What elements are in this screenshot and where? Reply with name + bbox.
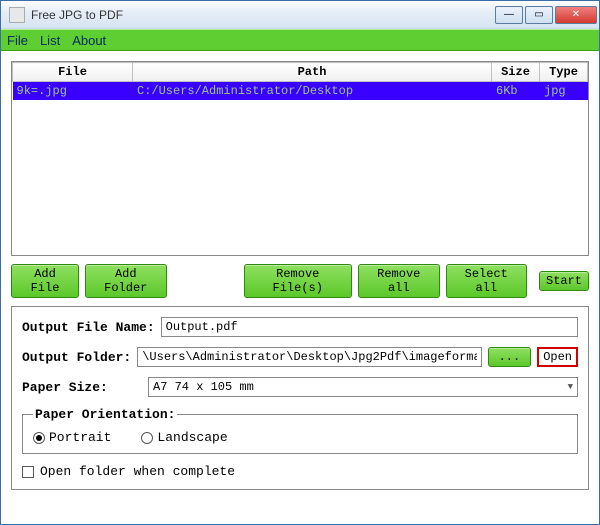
- orientation-fieldset: Paper Orientation: Portrait Landscape: [22, 407, 578, 454]
- paper-size-label: Paper Size:: [22, 380, 142, 395]
- output-folder-input[interactable]: [137, 347, 481, 367]
- cell-path: C:/Users/Administrator/Desktop: [133, 82, 492, 101]
- chevron-down-icon: ▼: [568, 382, 573, 392]
- minimize-button[interactable]: —: [495, 6, 523, 24]
- checkbox-icon: [22, 466, 34, 478]
- output-file-input[interactable]: [161, 317, 578, 337]
- menubar: File List About: [1, 29, 599, 51]
- content-area: File Path Size Type 9k=.jpg C:/Users/Adm…: [1, 51, 599, 524]
- remove-all-button[interactable]: Remove all: [358, 264, 440, 298]
- app-window: Free JPG to PDF — ▭ ✕ File List About Fi…: [0, 0, 600, 525]
- close-button[interactable]: ✕: [555, 6, 597, 24]
- col-header-path[interactable]: Path: [133, 63, 492, 82]
- window-title: Free JPG to PDF: [31, 8, 493, 22]
- browse-button[interactable]: ...: [488, 347, 532, 367]
- window-controls: — ▭ ✕: [493, 6, 597, 24]
- radio-icon: [33, 432, 45, 444]
- select-all-button[interactable]: Select all: [446, 264, 528, 298]
- output-panel: Output File Name: Output Folder: ... Ope…: [11, 306, 589, 490]
- orientation-legend: Paper Orientation:: [33, 407, 177, 422]
- table-row[interactable]: 9k=.jpg C:/Users/Administrator/Desktop 6…: [13, 82, 588, 101]
- cell-file: 9k=.jpg: [13, 82, 133, 101]
- titlebar[interactable]: Free JPG to PDF — ▭ ✕: [1, 1, 599, 29]
- col-header-type[interactable]: Type: [540, 63, 588, 82]
- output-file-label: Output File Name:: [22, 320, 155, 335]
- landscape-radio[interactable]: Landscape: [141, 430, 227, 445]
- col-header-size[interactable]: Size: [492, 63, 540, 82]
- add-file-button[interactable]: Add File: [11, 264, 79, 298]
- menu-file[interactable]: File: [7, 33, 28, 48]
- action-buttons: Add File Add Folder Remove File(s) Remov…: [11, 264, 589, 298]
- cell-type: jpg: [540, 82, 588, 101]
- open-complete-checkbox[interactable]: Open folder when complete: [22, 464, 578, 479]
- maximize-button[interactable]: ▭: [525, 6, 553, 24]
- open-button[interactable]: Open: [537, 347, 578, 367]
- file-list[interactable]: File Path Size Type 9k=.jpg C:/Users/Adm…: [11, 61, 589, 256]
- remove-files-button[interactable]: Remove File(s): [244, 264, 353, 298]
- start-button[interactable]: Start: [539, 271, 589, 291]
- landscape-label: Landscape: [157, 430, 227, 445]
- add-folder-button[interactable]: Add Folder: [85, 264, 167, 298]
- output-folder-label: Output Folder:: [22, 350, 131, 365]
- menu-about[interactable]: About: [72, 33, 106, 48]
- radio-icon: [141, 432, 153, 444]
- file-table: File Path Size Type 9k=.jpg C:/Users/Adm…: [12, 62, 588, 100]
- portrait-radio[interactable]: Portrait: [33, 430, 111, 445]
- paper-size-select[interactable]: A7 74 x 105 mm ▼: [148, 377, 578, 397]
- open-complete-label: Open folder when complete: [40, 464, 235, 479]
- paper-size-value: A7 74 x 105 mm: [153, 380, 254, 394]
- app-icon: [9, 7, 25, 23]
- col-header-file[interactable]: File: [13, 63, 133, 82]
- cell-size: 6Kb: [492, 82, 540, 101]
- portrait-label: Portrait: [49, 430, 111, 445]
- menu-list[interactable]: List: [40, 33, 60, 48]
